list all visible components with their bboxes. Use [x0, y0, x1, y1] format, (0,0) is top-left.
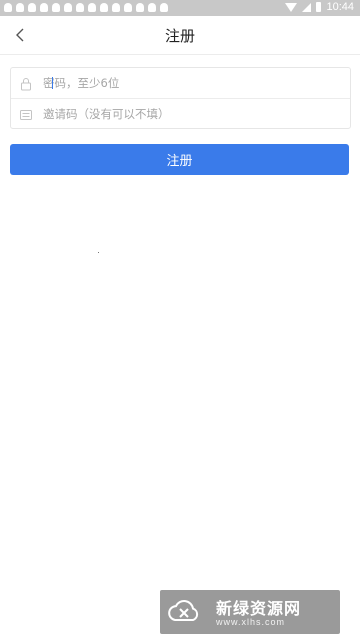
qq-icon: [4, 3, 12, 12]
text-caret: [52, 77, 53, 89]
invite-code-icon: [19, 107, 33, 121]
register-button-label: 注册: [166, 154, 193, 169]
qq-icon: [28, 3, 36, 12]
status-right: 10:44: [285, 1, 354, 13]
cloud-logo-icon: [166, 594, 202, 630]
stray-dot: [98, 252, 99, 253]
watermark-url: www.xlhs.com: [216, 617, 286, 627]
status-time: 10:44: [326, 1, 354, 13]
battery-icon: [316, 2, 322, 12]
invite-code-row: [11, 98, 350, 129]
qq-icon: [88, 3, 96, 12]
qq-icon: [16, 3, 24, 12]
qq-icon: [112, 3, 120, 12]
wifi-icon: [285, 2, 298, 12]
notification-icons: [4, 3, 168, 12]
qq-icon: [100, 3, 108, 12]
register-button[interactable]: 注册: [10, 144, 349, 175]
watermark-title: 新绿资源网: [216, 599, 302, 618]
signal-icon: [302, 2, 312, 12]
status-bar: 10:44: [0, 0, 360, 16]
watermark: 新绿资源网 www.xlhs.com: [160, 590, 340, 634]
lock-icon: [19, 76, 33, 91]
qq-icon: [52, 3, 60, 12]
qq-icon: [76, 3, 84, 12]
qq-icon: [148, 3, 156, 12]
register-form: [10, 67, 351, 129]
qq-icon: [136, 3, 144, 12]
header-bar: 注册: [0, 16, 360, 55]
page-title: 注册: [164, 27, 195, 45]
qq-icon: [160, 3, 168, 12]
qq-icon: [64, 3, 72, 12]
password-row: [11, 68, 350, 98]
qq-icon: [124, 3, 132, 12]
qq-icon: [40, 3, 48, 12]
invite-code-input[interactable]: [43, 103, 339, 125]
password-input[interactable]: [43, 72, 339, 94]
